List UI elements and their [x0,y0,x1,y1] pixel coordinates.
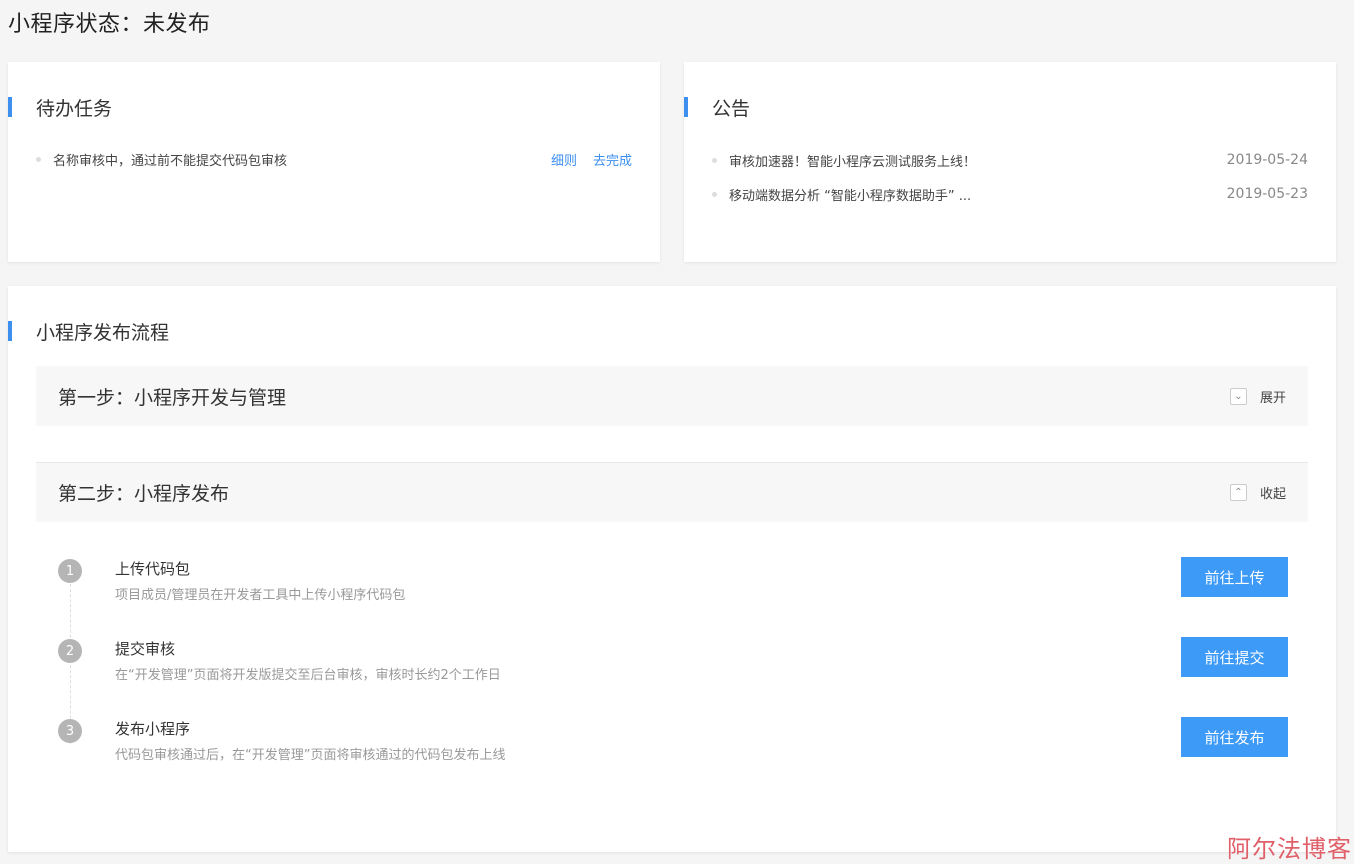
substep-desc: 在“开发管理”页面将开发版提交至后台审核，审核时长约2个工作日 [115,668,501,683]
substep-list: 1 上传代码包 项目成员/管理员在开发者工具中上传小程序代码包 前往上传 2 提… [58,557,1288,798]
bullet-icon [712,157,717,163]
step2-header[interactable]: 第二步：小程序发布 ⌃ 收起 [36,462,1308,522]
step-number-badge: 2 [58,639,82,663]
todo-text: 名称审核中，通过前不能提交代码包审核 [53,154,288,169]
flow-card-header: 小程序发布流程 [8,320,170,344]
chevron-down-icon: ⌄ [1229,387,1247,405]
step-number-badge: 3 [58,719,82,743]
step1-header[interactable]: 第一步：小程序开发与管理 ⌄ 展开 [36,366,1308,426]
substep-name: 提交审核 [115,640,176,658]
expand-label: 展开 [1259,390,1286,406]
list-item: 审核加速器！智能小程序云测试服务上线！ 2019-05-24 [712,150,1308,170]
list-item: 移动端数据分析 “智能小程序数据助手” ... 2019-05-23 [712,184,1308,204]
expand-toggle[interactable]: ⌄ 展开 [1229,387,1286,406]
go-upload-button[interactable]: 前往上传 [1181,557,1288,597]
accent-bar [8,97,12,117]
complete-link[interactable]: 去完成 [593,150,632,169]
substep-item: 3 发布小程序 代码包审核通过后，在“开发管理”页面将审核通过的代码包发布上线 … [58,717,1288,798]
flow-card-title: 小程序发布流程 [36,321,170,344]
notice-card: 公告 审核加速器！智能小程序云测试服务上线！ 2019-05-24 移动端数据分… [684,62,1336,262]
todo-card: 待办任务 名称审核中，通过前不能提交代码包审核 细则 去完成 [8,62,660,262]
notice-card-header: 公告 [684,96,751,120]
notice-list: 审核加速器！智能小程序云测试服务上线！ 2019-05-24 移动端数据分析 “… [712,150,1308,218]
notice-link[interactable]: 移动端数据分析 “智能小程序数据助手” ... [729,185,1227,204]
bullet-icon [712,191,717,197]
substep-desc: 代码包审核通过后，在“开发管理”页面将审核通过的代码包发布上线 [115,748,506,763]
substep-item: 1 上传代码包 项目成员/管理员在开发者工具中上传小程序代码包 前往上传 [58,557,1288,638]
notice-date: 2019-05-23 [1226,186,1308,202]
step-number-badge: 1 [58,559,82,583]
substep-body: 提交审核 在“开发管理”页面将开发版提交至后台审核，审核时长约2个工作日 [115,638,1288,718]
rules-link[interactable]: 细则 [551,150,577,169]
substep-name: 发布小程序 [115,720,191,738]
collapse-label: 收起 [1259,487,1286,502]
substep-desc: 项目成员/管理员在开发者工具中上传小程序代码包 [115,588,406,603]
todo-card-title: 待办任务 [36,97,113,120]
watermark: 阿尔法博客 [1227,835,1352,863]
todo-card-header: 待办任务 [8,96,113,120]
list-item: 名称审核中，通过前不能提交代码包审核 细则 去完成 [36,150,632,169]
substep-body: 上传代码包 项目成员/管理员在开发者工具中上传小程序代码包 [115,558,1288,638]
accent-bar [684,97,688,117]
notice-date: 2019-05-24 [1226,152,1308,168]
step2-title: 第二步：小程序发布 [58,483,230,505]
bullet-icon [36,157,41,162]
chevron-up-icon: ⌃ [1229,484,1247,501]
go-submit-button[interactable]: 前往提交 [1181,637,1288,677]
page: 小程序状态：未发布 待办任务 名称审核中，通过前不能提交代码包审核 细则 去完成… [0,0,1354,864]
notice-link[interactable]: 审核加速器！智能小程序云测试服务上线！ [729,151,1227,170]
collapse-toggle[interactable]: ⌃ 收起 [1229,483,1286,502]
page-title: 小程序状态：未发布 [8,12,211,37]
substep-name: 上传代码包 [115,560,191,578]
accent-bar [8,321,12,341]
step1-title: 第一步：小程序开发与管理 [58,386,287,409]
substep-item: 2 提交审核 在“开发管理”页面将开发版提交至后台审核，审核时长约2个工作日 前… [58,637,1288,718]
publish-flow-card: 小程序发布流程 第一步：小程序开发与管理 ⌄ 展开 第二步：小程序发布 ⌃ 收起… [8,286,1336,852]
go-publish-button[interactable]: 前往发布 [1181,717,1288,757]
notice-card-title: 公告 [712,97,751,120]
substep-body: 发布小程序 代码包审核通过后，在“开发管理”页面将审核通过的代码包发布上线 [115,718,1288,798]
